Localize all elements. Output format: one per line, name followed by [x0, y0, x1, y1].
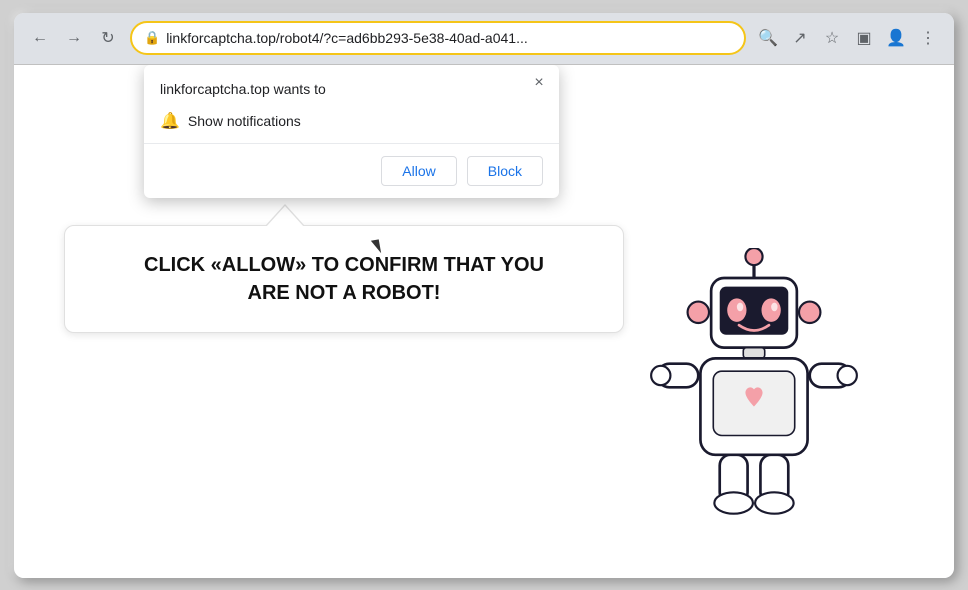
browser-toolbar: ← → ↻ 🔒 linkforcaptcha.top/robot4/?c=ad6…	[14, 13, 954, 65]
browser-content: × linkforcaptcha.top wants to 🔔 Show not…	[14, 65, 954, 578]
notification-popup: × linkforcaptcha.top wants to 🔔 Show not…	[144, 65, 559, 198]
url-text: linkforcaptcha.top/robot4/?c=ad6bb293-5e…	[166, 30, 732, 46]
account-icon-button[interactable]: 👤	[882, 24, 910, 52]
toolbar-icons: 🔍 ↗ ☆ ▣ 👤 ⋮	[754, 24, 942, 52]
speech-bubble-container: CLICK «ALLOW» TO CONFIRM THAT YOU ARE NO…	[64, 225, 624, 333]
back-button[interactable]: ←	[26, 24, 54, 52]
bubble-line2: ARE NOT A ROBOT!	[248, 282, 441, 304]
block-button[interactable]: Block	[467, 156, 543, 186]
browser-window: ← → ↻ 🔒 linkforcaptcha.top/robot4/?c=ad6…	[14, 13, 954, 578]
allow-button[interactable]: Allow	[381, 156, 456, 186]
forward-button[interactable]: →	[60, 24, 88, 52]
popup-actions: Allow Block	[144, 144, 559, 198]
popup-permission-row: 🔔 Show notifications	[160, 107, 543, 135]
lock-icon: 🔒	[144, 30, 160, 46]
speech-bubble: CLICK «ALLOW» TO CONFIRM THAT YOU ARE NO…	[64, 225, 624, 333]
popup-site-text: linkforcaptcha.top wants to	[160, 81, 543, 97]
popup-header: linkforcaptcha.top wants to 🔔 Show notif…	[144, 65, 559, 144]
bubble-text-line1: CLICK «ALLOW» TO CONFIRM THAT YOU ARE NO…	[95, 251, 593, 307]
bookmark-icon-button[interactable]: ☆	[818, 24, 846, 52]
menu-icon-button[interactable]: ⋮	[914, 24, 942, 52]
extension-icon-button[interactable]: ▣	[850, 24, 878, 52]
bubble-line1: CLICK «ALLOW» TO CONFIRM THAT YOU	[144, 254, 544, 276]
share-icon-button[interactable]: ↗	[786, 24, 814, 52]
robot-illustration	[634, 248, 914, 558]
reload-button[interactable]: ↻	[94, 24, 122, 52]
search-icon-button[interactable]: 🔍	[754, 24, 782, 52]
address-bar[interactable]: 🔒 linkforcaptcha.top/robot4/?c=ad6bb293-…	[130, 21, 746, 55]
bell-icon: 🔔	[160, 111, 180, 131]
popup-close-button[interactable]: ×	[529, 73, 549, 93]
nav-buttons: ← → ↻	[26, 24, 122, 52]
permission-text: Show notifications	[188, 113, 301, 129]
